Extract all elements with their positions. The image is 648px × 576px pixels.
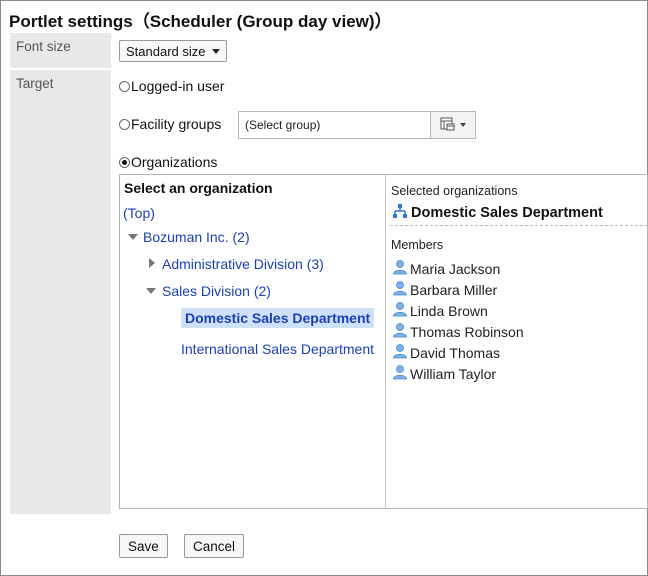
radio-organizations[interactable]: Organizations [119,154,217,170]
tree-node-sales-division[interactable]: Sales Division (2) [162,283,271,299]
member-item: Barbara Miller [392,280,497,299]
member-name: Thomas Robinson [410,323,524,340]
member-item: David Thomas [392,343,500,362]
selected-organizations-label: Selected organizations [391,184,518,198]
chevron-down-icon [460,123,466,127]
member-item: Maria Jackson [392,259,500,278]
font-size-label: Font size [10,33,111,68]
organization-tree-pane: Select an organization (Top) Bozuman Inc… [120,175,386,508]
expand-down-icon[interactable] [146,288,156,294]
font-size-value: Standard size [126,43,206,59]
radio-logged-in-user[interactable]: Logged-in user [119,78,224,94]
member-name: David Thomas [410,344,501,361]
member-name: Barbara Miller [410,281,498,298]
group-select-input[interactable]: (Select group) [238,111,431,139]
selected-organization-pane: Selected organizations Domestic Sales De… [386,175,648,508]
user-icon [392,343,408,362]
selected-organization: Domestic Sales Department [392,203,603,223]
group-select-placeholder: (Select group) [245,118,321,132]
tree-node-international-sales[interactable]: International Sales Department [181,341,374,357]
font-size-select[interactable]: Standard size [119,40,227,62]
member-item: Linda Brown [392,301,488,320]
member-item: William Taylor [392,364,496,383]
radio-label: Logged-in user [131,78,225,94]
tree-node-bozuman[interactable]: Bozuman Inc. (2) [143,229,250,245]
tree-node-domestic-sales[interactable]: Domestic Sales Department [181,308,375,328]
radio-label: Organizations [131,154,218,170]
tree-node-administrative-division[interactable]: Administrative Division (3) [162,256,324,272]
top-link[interactable]: (Top) [123,205,155,221]
member-name: Maria Jackson [410,260,501,277]
group-list-icon [440,117,456,134]
user-icon [392,322,408,341]
chevron-down-icon [211,48,220,54]
tree-pane-title: Select an organization [124,180,273,196]
members-label: Members [391,238,444,252]
member-item: Thomas Robinson [392,322,524,341]
radio-facility-groups[interactable]: Facility groups [119,116,221,132]
organization-icon [392,203,408,223]
member-name: Linda Brown [410,302,488,319]
user-icon [392,364,408,383]
expand-down-icon[interactable] [128,234,138,240]
user-icon [392,259,408,278]
save-button[interactable]: Save [119,534,168,558]
radio-button-selected[interactable] [119,156,130,168]
member-name: William Taylor [410,365,497,382]
radio-label: Facility groups [131,116,222,132]
user-icon [392,301,408,320]
divider [390,225,648,226]
radio-button[interactable] [119,118,130,130]
selected-organization-name: Domestic Sales Department [411,205,603,221]
page-title: Portlet settings（Scheduler (Group day vi… [9,12,392,31]
expand-right-icon[interactable] [149,258,155,268]
radio-button[interactable] [119,80,130,92]
cancel-button[interactable]: Cancel [184,534,245,558]
user-icon [392,280,408,299]
organization-picker: Select an organization (Top) Bozuman Inc… [119,174,648,509]
target-label: Target [10,70,111,514]
group-picker-button[interactable] [430,111,476,139]
